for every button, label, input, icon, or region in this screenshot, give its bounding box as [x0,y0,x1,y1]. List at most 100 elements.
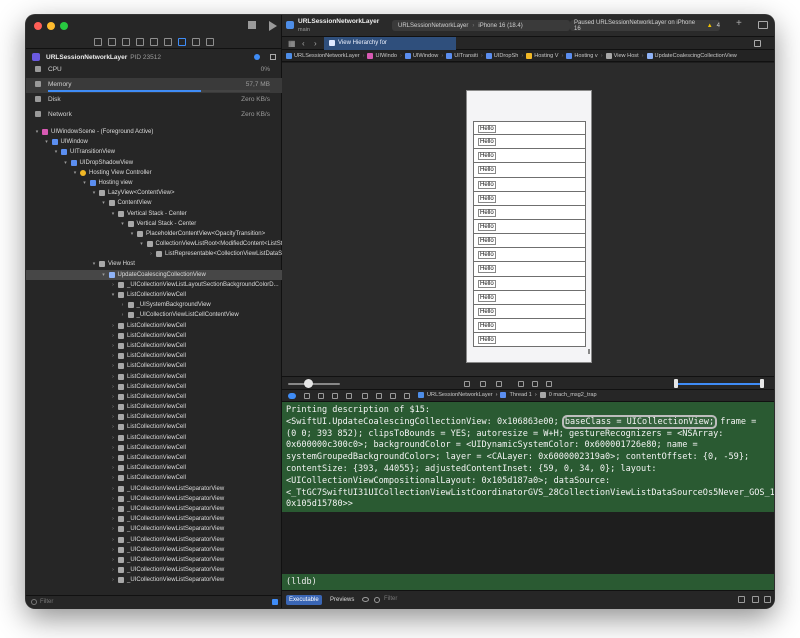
tree-row[interactable]: › _UISystemBackgroundView [26,300,282,310]
disclosure-closed-icon[interactable]: › [110,524,116,534]
collection-view[interactable]: Hello Hello Hello Hello Hello Hello Hello Hello… [473,121,586,348]
view-3d-icon[interactable] [496,381,502,387]
tree-row[interactable]: ▾ UIWindow [26,137,282,147]
navigator-filter[interactable]: Filter [26,595,282,608]
tree-row[interactable]: › ListCollectionViewCell [26,361,282,371]
spacing-slider[interactable] [288,383,340,385]
tree-row[interactable]: › ListCollectionViewCell [26,402,282,412]
branch-name[interactable]: main [298,27,310,33]
disclosure-closed-icon[interactable]: › [110,463,116,473]
tree-row[interactable]: ▾ UIWindowScene - (Foreground Active) [26,127,282,137]
disclosure-closed-icon[interactable]: › [110,514,116,524]
tree-row[interactable]: › ListCollectionViewCell [26,453,282,463]
tree-row[interactable]: ▾ UITransitionView [26,147,282,157]
debug-crumb[interactable]: 0 mach_msg2_trap [549,392,597,398]
view-debugger-icon[interactable] [362,393,368,399]
test-icon[interactable] [164,37,172,46]
tree-row[interactable]: › ListCollectionViewCell [26,351,282,361]
jumpbar-item[interactable]: Hosting v › [566,52,603,59]
inspector-toggle-icon[interactable] [758,21,768,29]
console-output[interactable]: Printing description of $15: <SwiftUI.Up… [282,402,774,512]
source-control-icon[interactable] [108,37,116,46]
tree-row[interactable]: › _UICollectionViewListCellContentView [26,310,282,320]
tree-row[interactable]: › ListCollectionViewCell [26,463,282,473]
debug-crumb[interactable]: URLSessionNetworkLayer [427,392,493,398]
disclosure-closed-icon[interactable]: › [110,443,116,453]
tree-row[interactable]: ▾ ListCollectionViewCell [26,290,282,300]
issue-icon[interactable] [150,37,158,46]
tree-row[interactable]: ▾ Vertical Stack - Center [26,209,282,219]
tab-view-hierarchy[interactable]: View Hierarchy for URLSessionNetworkLaye… [324,37,456,59]
tree-row[interactable]: › _UICollectionViewListSeparatorView [26,545,282,555]
disclosure-closed-icon[interactable]: › [110,280,116,290]
tree-row[interactable]: ▾ PlaceholderContentView<OpacityTransitio… [26,229,282,239]
range-slider[interactable] [674,383,764,385]
folder-icon[interactable] [94,37,102,46]
debug-navigator-icon[interactable] [178,37,186,46]
gauge-memory[interactable]: Memory 57,7 MB [26,78,282,93]
list-cell[interactable]: Hello [473,290,586,305]
zoom-out-icon[interactable] [518,381,524,387]
tree-row[interactable]: ▾ UIDropShadowView [26,158,282,168]
list-cell[interactable]: Hello [473,333,586,348]
disclosure-closed-icon[interactable]: › [110,422,116,432]
tree-row[interactable]: ▾ CollectionViewListRoot<ModifiedContent<… [26,239,282,249]
tree-row[interactable]: › _UICollectionViewListSeparatorView [26,535,282,545]
disclosure-closed-icon[interactable]: › [110,504,116,514]
add-icon[interactable]: + [736,18,742,29]
disclosure-open-icon[interactable]: ▾ [101,270,107,280]
tree-row[interactable]: › ListCollectionViewCell [26,321,282,331]
disclosure-closed-icon[interactable]: › [110,575,116,585]
disclosure-open-icon[interactable]: ▾ [53,147,59,157]
disclosure-closed-icon[interactable]: › [110,372,116,382]
debug-crumb[interactable]: Thread 1 [509,392,531,398]
disclosure-open-icon[interactable]: ▾ [139,239,145,249]
zoom-window-button[interactable] [60,22,68,30]
tree-row[interactable]: › ListRepresentable<CollectionViewListDat… [26,249,282,259]
list-cell[interactable]: Hello [473,177,586,192]
environment-icon[interactable] [390,393,396,399]
process-filter-icon[interactable] [270,54,276,60]
minimize-window-button[interactable] [47,22,55,30]
disclosure-closed-icon[interactable]: › [110,433,116,443]
disclosure-open-icon[interactable]: ▾ [72,168,78,178]
stop-icon[interactable] [248,21,256,29]
disclosure-open-icon[interactable]: ▾ [101,198,107,208]
split-editor-icon[interactable] [754,40,761,47]
jumpbar-item[interactable]: Hosting V › [526,52,563,59]
report-icon[interactable] [206,37,214,46]
disclosure-closed-icon[interactable]: › [110,494,116,504]
tree-row[interactable]: › ListCollectionViewCell [26,372,282,382]
tree-row[interactable]: › ListCollectionViewCell [26,433,282,443]
tree-row[interactable]: › _UICollectionViewListSeparatorView [26,524,282,534]
tab-previews[interactable]: Previews [327,595,357,605]
process-options-icon[interactable] [254,54,260,60]
list-cell[interactable]: Hello [473,205,586,220]
trash-icon[interactable] [738,596,745,603]
list-cell[interactable]: Hello [473,276,586,291]
list-cell[interactable]: Hello [473,191,586,206]
breakpoints-toggle-icon[interactable] [288,393,296,399]
disclosure-open-icon[interactable]: ▾ [120,219,126,229]
disclosure-closed-icon[interactable]: › [148,249,154,259]
list-cell[interactable]: Hello [473,135,586,150]
disclosure-open-icon[interactable]: ▾ [110,290,116,300]
disclosure-closed-icon[interactable]: › [120,300,126,310]
process-row[interactable]: URLSessionNetworkLayer PID 23512 [26,51,282,63]
jumpbar-item[interactable]: UpdateCoalescingCollectionView [646,52,737,59]
gauge-network[interactable]: Network Zero KB/s [26,108,282,123]
disclosure-closed-icon[interactable]: › [110,351,116,361]
tree-row[interactable]: › _UICollectionViewListLayoutSectionBackg… [26,280,282,290]
disclosure-closed-icon[interactable]: › [110,402,116,412]
step-out-icon[interactable] [346,393,352,399]
disclosure-closed-icon[interactable]: › [110,555,116,565]
lldb-prompt[interactable]: (lldb) [282,574,774,590]
disclosure-open-icon[interactable]: ▾ [129,229,135,239]
list-cell[interactable]: Hello [473,219,586,235]
phone-preview[interactable]: Hello Hello Hello Hello Hello Hello Hello Hello… [466,90,592,363]
tree-row[interactable]: › _UICollectionViewListSeparatorView [26,484,282,494]
disclosure-closed-icon[interactable]: › [110,341,116,351]
filter-options-icon[interactable] [272,599,278,605]
list-cell[interactable]: Hello [473,248,586,263]
tree-row[interactable]: › _UICollectionViewListSeparatorView [26,504,282,514]
